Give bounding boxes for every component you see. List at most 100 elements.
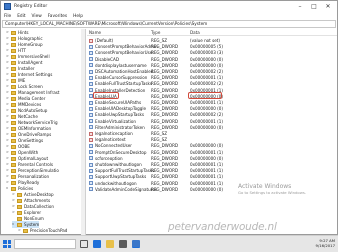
- folder-icon: [11, 156, 16, 161]
- expand-chevron-icon[interactable]: v: [6, 185, 10, 192]
- expand-chevron-icon[interactable]: >: [6, 65, 10, 72]
- expand-chevron-icon[interactable]: >: [6, 113, 10, 120]
- expand-chevron-icon[interactable]: >: [6, 137, 10, 144]
- expand-chevron-icon[interactable]: >: [6, 47, 10, 54]
- expand-chevron-icon[interactable]: >: [6, 143, 10, 150]
- folder-icon: [11, 180, 16, 185]
- tree-item[interactable]: > DataCollection: [12, 203, 54, 210]
- maximize-button[interactable]: □: [307, 1, 321, 12]
- menu-view[interactable]: View: [32, 14, 42, 19]
- expand-chevron-icon[interactable]: >: [6, 77, 10, 84]
- expand-chevron-icon[interactable]: >: [6, 155, 10, 162]
- menu-file[interactable]: File: [4, 14, 11, 19]
- column-data-header[interactable]: Data: [190, 29, 200, 36]
- tree-item[interactable]: > HTT: [6, 47, 26, 54]
- expand-chevron-icon[interactable]: >: [6, 119, 10, 126]
- expand-chevron-icon[interactable]: >: [6, 83, 10, 90]
- tree-scrollbar[interactable]: [81, 29, 85, 235]
- tree-item[interactable]: > MMDevices: [6, 101, 41, 108]
- expand-chevron-icon[interactable]: >: [6, 131, 10, 138]
- tree-item-label: MMDevices: [18, 102, 42, 107]
- tree-item[interactable]: > Attachments: [12, 197, 50, 204]
- tree-item[interactable]: > IME: [6, 77, 25, 84]
- folder-icon: [23, 228, 28, 233]
- expand-chevron-icon[interactable]: >: [6, 59, 10, 66]
- tree-item[interactable]: > NetCache: [6, 113, 38, 120]
- file-explorer-icon[interactable]: [106, 240, 114, 248]
- tree-item[interactable]: > PerceptionSimulatio: [6, 167, 59, 174]
- tree-item[interactable]: > Management Infrast: [6, 89, 59, 96]
- tree-item[interactable]: > PlayReady: [6, 179, 39, 186]
- taskbar-search-box[interactable]: [14, 239, 76, 249]
- tree-item[interactable]: > ImmersiveShell: [6, 53, 50, 60]
- tree-item[interactable]: > OOBE: [6, 143, 30, 150]
- system-tray-clock[interactable]: 9:27 AM 9/16/2017: [316, 238, 335, 248]
- expand-chevron-icon[interactable]: >: [6, 41, 10, 48]
- expand-chevron-icon[interactable]: >: [18, 227, 22, 234]
- menu-favorites[interactable]: Favorites: [48, 14, 67, 19]
- expand-chevron-icon[interactable]: >: [6, 101, 10, 108]
- expand-chevron-icon[interactable]: v: [12, 221, 16, 228]
- column-name-header[interactable]: Name: [89, 29, 101, 36]
- tree-item[interactable]: NonEnum: [12, 215, 44, 222]
- title-bar[interactable]: Registry Editor – □ ✕: [1, 1, 337, 12]
- menu-bar: File Edit View Favorites Help: [1, 12, 337, 20]
- tree-item[interactable]: > ActiveDesktop: [12, 191, 54, 198]
- expand-chevron-icon[interactable]: >: [6, 125, 10, 132]
- column-type-header[interactable]: Type: [151, 29, 160, 36]
- expand-chevron-icon[interactable]: >: [12, 209, 16, 216]
- tree-item[interactable]: > Parental Controls: [6, 161, 53, 168]
- tree-item[interactable]: > Media Center: [6, 95, 45, 102]
- expand-chevron-icon[interactable]: >: [6, 95, 10, 102]
- tree-item[interactable]: > OEMInformation: [6, 125, 51, 132]
- tree-item[interactable]: > NetworkServiceTrig: [6, 119, 58, 126]
- expand-chevron-icon[interactable]: >: [6, 71, 10, 78]
- values-list[interactable]: Name Type Data (Default) REG_SZ (value not…: [87, 29, 337, 235]
- close-button[interactable]: ✕: [321, 1, 335, 12]
- expand-chevron-icon[interactable]: >: [6, 29, 10, 36]
- start-button[interactable]: [3, 240, 11, 248]
- menu-edit[interactable]: Edit: [17, 14, 25, 19]
- tree-item[interactable]: > PrecisionTouchPad: [18, 227, 67, 234]
- expand-chevron-icon[interactable]: >: [6, 167, 10, 174]
- expand-chevron-icon[interactable]: >: [6, 179, 10, 186]
- tree-item[interactable]: v System: [12, 221, 40, 228]
- tree-item[interactable]: v Policies: [6, 185, 33, 192]
- expand-chevron-icon[interactable]: >: [6, 161, 10, 168]
- folder-icon: [17, 192, 22, 197]
- tree-item[interactable]: > Holographic: [6, 35, 43, 42]
- expand-chevron-icon[interactable]: >: [6, 149, 10, 156]
- tree-item[interactable]: > Explorer: [12, 209, 41, 216]
- tree-item[interactable]: > Internet Settings: [6, 71, 52, 78]
- folder-icon: [11, 114, 16, 119]
- tree-item[interactable]: > Lock Screen: [6, 83, 43, 90]
- expand-chevron-icon[interactable]: >: [6, 107, 10, 114]
- key-tree[interactable]: > PrecisionTouchPad v System NonEnum > Explore…: [2, 29, 86, 235]
- expand-chevron-icon[interactable]: >: [12, 197, 16, 204]
- binary-value-icon: [89, 106, 93, 111]
- expand-chevron-icon[interactable]: >: [6, 35, 10, 42]
- tree-item[interactable]: > OpenWith: [6, 149, 38, 156]
- tree-item[interactable]: > OptimalLayout: [6, 155, 48, 162]
- tree-item[interactable]: > Hints: [6, 29, 29, 36]
- expand-chevron-icon[interactable]: >: [6, 89, 10, 96]
- expand-chevron-icon[interactable]: >: [6, 173, 10, 180]
- registry-taskbar-icon[interactable]: [132, 240, 140, 248]
- tree-item-label: OpenWith: [18, 150, 39, 155]
- task-view-icon[interactable]: [80, 240, 88, 248]
- tree-item[interactable]: > OneDriveRamps: [6, 131, 51, 138]
- menu-help[interactable]: Help: [73, 14, 83, 19]
- address-bar[interactable]: Computer\HKEY_LOCAL_MACHINE\SOFTWARE\Mic…: [2, 20, 336, 28]
- tree-item[interactable]: > NcdAutoSetup: [6, 107, 47, 114]
- tree-item[interactable]: > HomeGroup: [6, 41, 43, 48]
- minimize-button[interactable]: –: [293, 1, 307, 12]
- tree-item[interactable]: > Personalization: [6, 173, 49, 180]
- edge-icon[interactable]: [93, 240, 101, 248]
- tree-item[interactable]: > Installer: [6, 65, 35, 72]
- tree-item[interactable]: > OneSettings: [6, 137, 43, 144]
- tree-item[interactable]: > InstallAgent: [6, 59, 42, 66]
- expand-chevron-icon[interactable]: >: [6, 53, 10, 60]
- expand-chevron-icon[interactable]: >: [12, 191, 16, 198]
- store-icon[interactable]: [119, 240, 127, 248]
- expand-chevron-icon[interactable]: >: [12, 203, 16, 210]
